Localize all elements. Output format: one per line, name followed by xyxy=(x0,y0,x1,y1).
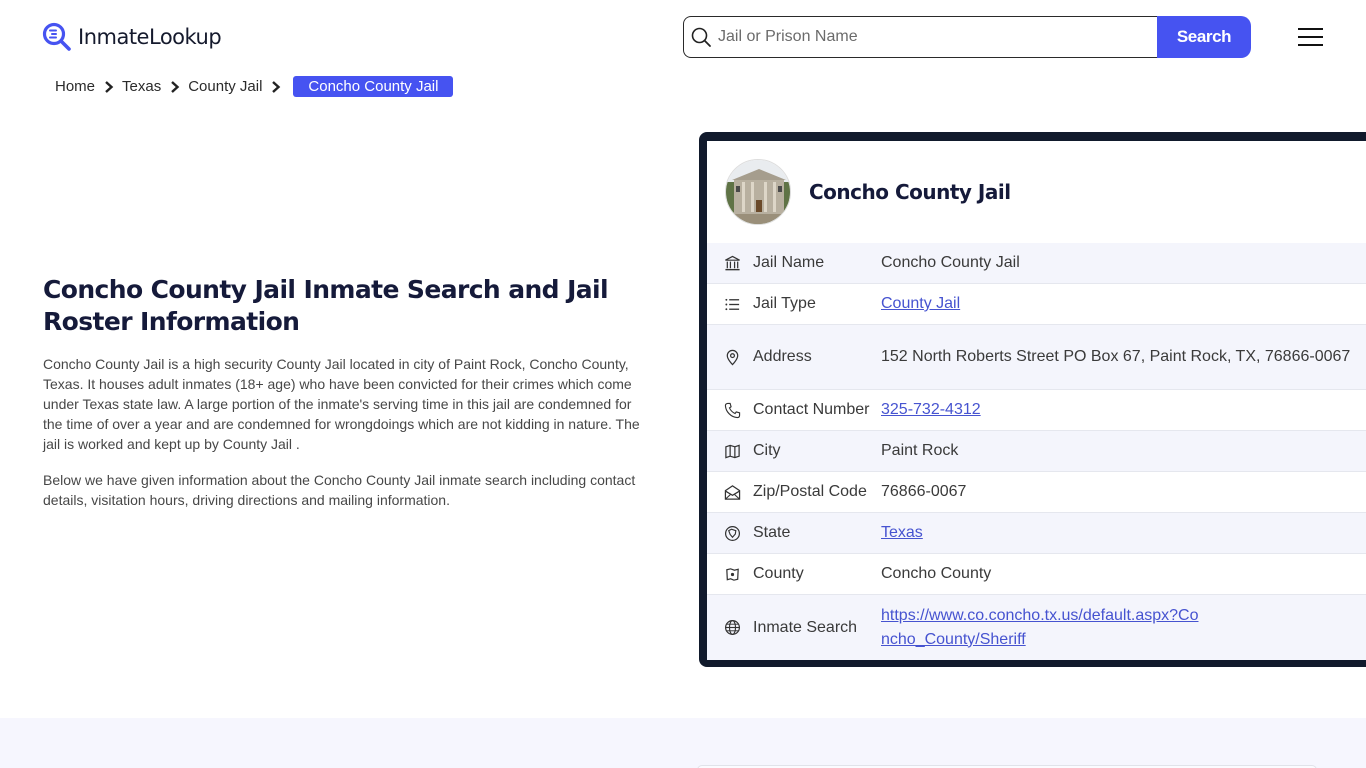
globe-icon xyxy=(707,619,753,636)
breadcrumb-county-jail[interactable]: County Jail xyxy=(188,78,262,95)
search-form: Search xyxy=(683,16,1251,58)
logo-text: InmateLookup xyxy=(78,25,222,49)
chevron-right-icon xyxy=(268,79,284,95)
breadcrumb-current: Concho County Jail xyxy=(293,76,454,97)
info-label: Address xyxy=(753,348,812,365)
jail-type-link[interactable]: County Jail xyxy=(881,295,960,312)
info-row-contact-number: Contact Number 325-732-4312 xyxy=(707,390,1366,431)
map-pin-icon xyxy=(707,349,753,366)
page-title: Concho County Jail Inmate Search and Jai… xyxy=(43,275,609,336)
info-row-jail-type: Jail Type County Jail xyxy=(707,284,1366,325)
info-label: City xyxy=(753,442,781,459)
info-paragraph: Below we have given information about th… xyxy=(43,472,636,508)
search-field[interactable] xyxy=(683,16,1157,58)
mail-open-icon xyxy=(707,484,753,501)
search-input[interactable] xyxy=(718,28,1138,46)
info-label: County xyxy=(753,565,804,582)
info-row-county: County Concho County xyxy=(707,554,1366,595)
info-label: Jail Name xyxy=(753,254,825,271)
inmate-search-link[interactable]: https://www.co.concho.tx.us/default.aspx… xyxy=(881,607,1199,648)
info-row-zip: Zip/Postal Code 76866-0067 xyxy=(707,472,1366,513)
phone-icon xyxy=(707,402,753,419)
info-row-address: Address 152 North Roberts Street PO Box … xyxy=(707,325,1366,390)
map-icon xyxy=(707,443,753,460)
breadcrumb-texas[interactable]: Texas xyxy=(122,78,161,95)
info-row-city: City Paint Rock xyxy=(707,431,1366,472)
state-globe-icon xyxy=(707,525,753,542)
info-row-state: State Texas xyxy=(707,513,1366,554)
info-value: Concho County xyxy=(881,565,992,582)
search-icon xyxy=(690,26,712,48)
building-columns-icon xyxy=(707,255,753,272)
breadcrumb-home[interactable]: Home xyxy=(55,78,95,95)
county-map-icon xyxy=(707,566,753,583)
info-label: Zip/Postal Code xyxy=(753,483,867,500)
chevron-right-icon xyxy=(167,79,183,95)
state-link[interactable]: Texas xyxy=(881,524,923,541)
card-header: Concho County Jail xyxy=(707,141,1366,243)
info-label: Contact Number xyxy=(753,401,870,418)
breadcrumb: Home Texas County Jail Concho County Jai… xyxy=(55,76,454,97)
list-icon xyxy=(707,296,753,313)
info-value: Paint Rock xyxy=(881,442,959,459)
info-label: State xyxy=(753,524,791,541)
jail-info-card: Concho County Jail Jail Name Concho Coun… xyxy=(699,132,1366,667)
info-label: Inmate Search xyxy=(753,618,858,636)
info-row-jail-name: Jail Name Concho County Jail xyxy=(707,243,1366,284)
next-section-background xyxy=(0,718,1366,768)
chevron-right-icon xyxy=(101,79,117,95)
intro-paragraph: Concho County Jail is a high security Co… xyxy=(43,356,640,452)
jail-photo-avatar xyxy=(725,159,791,225)
site-logo[interactable]: InmateLookup xyxy=(42,22,222,52)
magnifier-logo-icon xyxy=(42,22,72,52)
info-row-inmate-search: Inmate Search https://www.co.concho.tx.u… xyxy=(707,595,1366,660)
info-value: 152 North Roberts Street PO Box 67, Pain… xyxy=(881,348,1351,365)
info-label: Jail Type xyxy=(753,295,816,312)
card-title: Concho County Jail xyxy=(809,180,1011,204)
info-value: Concho County Jail xyxy=(881,254,1020,271)
search-button[interactable]: Search xyxy=(1157,16,1251,58)
hamburger-menu-icon[interactable] xyxy=(1297,25,1325,49)
info-value: 76866-0067 xyxy=(881,483,967,500)
phone-link[interactable]: 325-732-4312 xyxy=(881,401,981,418)
site-header: InmateLookup Search xyxy=(0,0,1366,70)
